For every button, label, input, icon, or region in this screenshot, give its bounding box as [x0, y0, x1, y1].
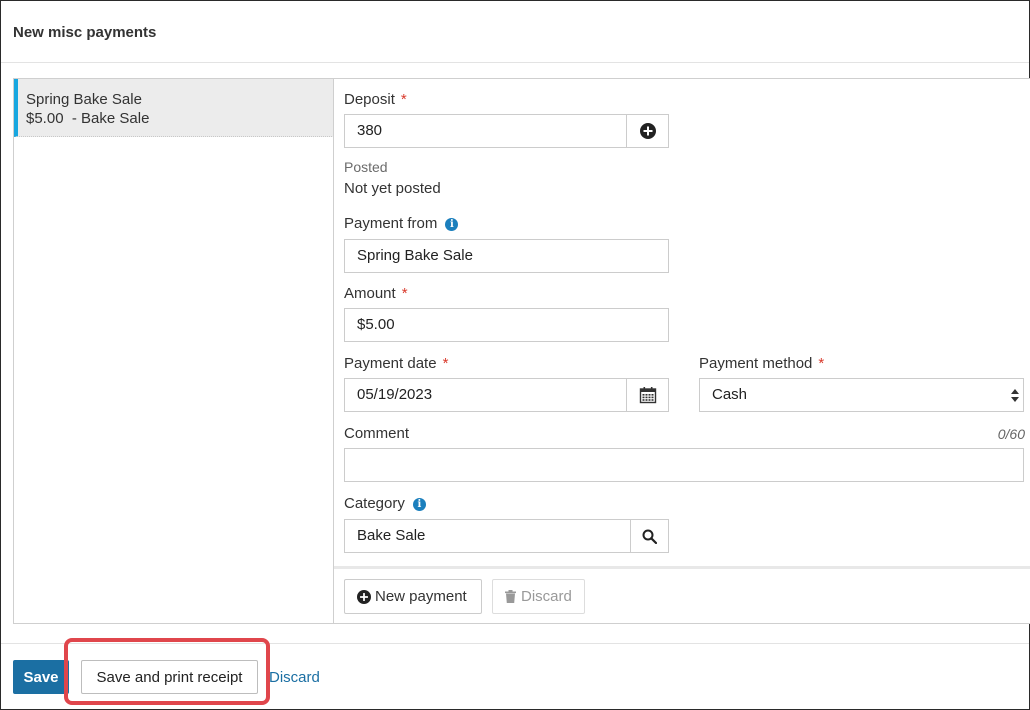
new-payment-button[interactable]: New payment — [344, 579, 482, 614]
required-marker: * — [401, 285, 408, 302]
posted-value: Not yet posted — [344, 180, 441, 197]
deposit-input[interactable]: 380 — [344, 114, 627, 148]
info-icon[interactable]: i — [412, 498, 426, 511]
payment-form: Deposit * 380 Posted Not yet posted Payme… — [333, 78, 1030, 624]
required-marker: * — [442, 355, 449, 372]
posted-label: Posted — [344, 159, 388, 175]
payment-method-value: Cash — [712, 386, 748, 403]
divider — [1, 62, 1029, 63]
required-marker: * — [818, 355, 825, 372]
divider — [334, 566, 1030, 569]
list-item-detail: $5.00 - Bake Sale — [26, 110, 150, 127]
search-icon — [642, 529, 657, 544]
info-icon[interactable]: i — [445, 218, 459, 231]
category-search-button[interactable] — [630, 519, 669, 553]
dialog-window: New misc payments Spring Bake Sale $5.00… — [0, 0, 1030, 710]
category-label: Category i — [344, 495, 426, 512]
list-item[interactable]: Spring Bake Sale $5.00 - Bake Sale — [14, 79, 334, 137]
calendar-button[interactable] — [626, 378, 669, 412]
plus-circle-icon — [357, 589, 371, 604]
new-payment-label: New payment — [375, 588, 467, 605]
deposit-label: Deposit * — [344, 91, 407, 108]
discard-payment-button[interactable]: Discard — [492, 579, 585, 614]
save-and-print-receipt-button[interactable]: Save and print receipt — [81, 660, 258, 694]
comment-char-counter: 0/60 — [997, 426, 1025, 442]
payment-method-label: Payment method * — [699, 355, 825, 372]
payment-list: Spring Bake Sale $5.00 - Bake Sale — [13, 78, 334, 624]
payment-date-input[interactable]: 05/19/2023 — [344, 378, 627, 412]
plus-circle-icon — [639, 123, 656, 139]
comment-label: Comment — [344, 425, 410, 442]
select-arrows-icon — [1011, 389, 1019, 402]
amount-input[interactable]: $5.00 — [344, 308, 669, 342]
trash-icon — [505, 590, 516, 603]
add-deposit-button[interactable] — [626, 114, 669, 148]
payment-method-select[interactable]: Cash — [699, 378, 1024, 412]
required-marker: * — [400, 91, 407, 108]
payment-from-input[interactable]: Spring Bake Sale — [344, 239, 669, 273]
amount-label: Amount * — [344, 285, 408, 302]
discard-payment-label: Discard — [521, 588, 572, 605]
save-button[interactable]: Save — [13, 660, 69, 694]
category-input[interactable]: Bake Sale — [344, 519, 631, 553]
comment-input[interactable] — [344, 448, 1024, 482]
discard-link[interactable]: Discard — [269, 669, 320, 686]
page-title: New misc payments — [13, 24, 157, 41]
list-item-name: Spring Bake Sale — [26, 91, 142, 108]
calendar-icon — [639, 387, 656, 404]
divider — [1, 643, 1029, 644]
payment-date-label: Payment date * — [344, 355, 449, 372]
payment-from-label: Payment from i — [344, 215, 459, 232]
